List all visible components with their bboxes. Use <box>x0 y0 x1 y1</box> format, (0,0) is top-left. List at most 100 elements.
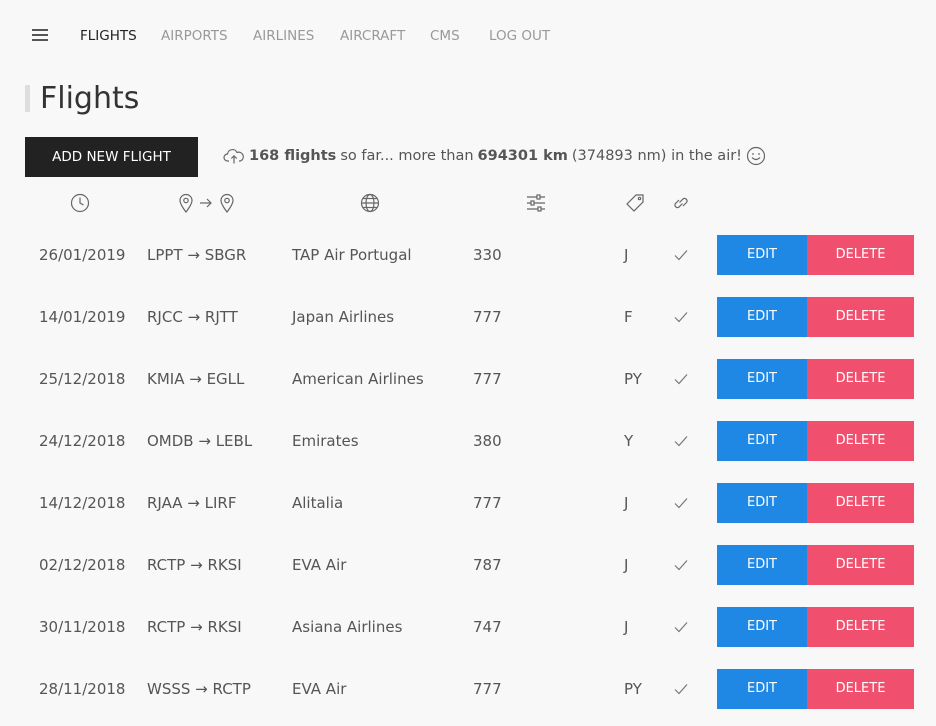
delete-button[interactable]: DELETE <box>807 297 914 337</box>
route-destination: EGLL <box>206 370 245 388</box>
edit-button[interactable]: EDIT <box>717 421 807 461</box>
flight-aircraft: 777 <box>473 680 502 698</box>
stats-text-2: (374893 nm) in the air! <box>571 148 742 164</box>
route-origin: OMDB <box>147 432 194 450</box>
stats-text-1: so far... more than <box>340 148 474 164</box>
flight-airline: Emirates <box>292 432 359 450</box>
globe-icon <box>360 193 380 215</box>
flight-date: 24/12/2018 <box>39 432 126 450</box>
flight-aircraft: 380 <box>473 432 502 450</box>
route-origin: RCTP <box>147 556 186 574</box>
flight-airline: Alitalia <box>292 494 344 512</box>
checkmark-icon <box>673 247 689 263</box>
flight-aircraft: 787 <box>473 556 502 574</box>
route-destination: RKSI <box>207 556 242 574</box>
route-origin: RJAA <box>147 494 183 512</box>
flight-route: WSSS → RCTP <box>147 680 251 698</box>
delete-button[interactable]: DELETE <box>807 545 914 585</box>
checkmark-icon <box>673 619 689 635</box>
delete-button[interactable]: DELETE <box>807 669 914 709</box>
flight-route: OMDB → LEBL <box>147 432 253 450</box>
flight-date: 28/11/2018 <box>39 680 126 698</box>
table-row: 26/01/2019 LPPT → SBGR TAP Air Portugal … <box>0 235 936 275</box>
flight-date: 14/01/2019 <box>39 308 126 326</box>
flight-airline: American Airlines <box>292 370 424 388</box>
nav-cms[interactable]: CMS <box>430 28 460 44</box>
route-origin: LPPT <box>147 246 183 264</box>
delete-button[interactable]: DELETE <box>807 607 914 647</box>
delete-button[interactable]: DELETE <box>807 359 914 399</box>
nav-airlines[interactable]: AIRLINES <box>253 28 314 44</box>
flight-date: 30/11/2018 <box>39 618 126 636</box>
flight-airline: EVA Air <box>292 680 347 698</box>
flight-class: J <box>624 494 629 512</box>
flight-date: 26/01/2019 <box>39 246 126 264</box>
arrow-right-icon <box>198 196 214 218</box>
flight-class: J <box>624 556 629 574</box>
table-row: 14/12/2018 RJAA → LIRF Alitalia 777 J ED… <box>0 483 936 523</box>
route-destination: RKSI <box>207 618 242 636</box>
add-new-flight-button[interactable]: ADD NEW FLIGHT <box>25 137 198 177</box>
edit-button[interactable]: EDIT <box>717 359 807 399</box>
flight-airline: Asiana Airlines <box>292 618 403 636</box>
stats-flight-count: 168 flights <box>249 148 337 164</box>
flight-airline: TAP Air Portugal <box>292 246 412 264</box>
checkmark-icon <box>673 557 689 573</box>
tag-icon <box>625 193 645 215</box>
cloud-upload-icon <box>223 147 245 165</box>
delete-button[interactable]: DELETE <box>807 483 914 523</box>
table-row: 28/11/2018 WSSS → RCTP EVA Air 777 PY ED… <box>0 669 936 709</box>
edit-button[interactable]: EDIT <box>717 297 807 337</box>
hamburger-menu-icon[interactable] <box>32 29 48 42</box>
route-destination: LIRF <box>204 494 237 512</box>
flight-aircraft: 777 <box>473 308 502 326</box>
route-destination: LEBL <box>215 432 253 450</box>
flight-aircraft: 777 <box>473 494 502 512</box>
nav-airports[interactable]: AIRPORTS <box>161 28 228 44</box>
flight-aircraft: 777 <box>473 370 502 388</box>
route-origin: RCTP <box>147 618 186 636</box>
flight-class: PY <box>624 680 642 698</box>
sliders-icon <box>526 193 546 215</box>
edit-button[interactable]: EDIT <box>717 545 807 585</box>
flight-route: LPPT → SBGR <box>147 246 247 264</box>
flight-stats: 168 flights so far... more than 694301 k… <box>223 145 766 167</box>
nav-aircraft[interactable]: AIRCRAFT <box>340 28 405 44</box>
table-row: 02/12/2018 RCTP → RKSI EVA Air 787 J EDI… <box>0 545 936 585</box>
nav-log-out[interactable]: LOG OUT <box>489 28 550 44</box>
title-accent-bar <box>25 85 30 112</box>
flight-date: 14/12/2018 <box>39 494 126 512</box>
flight-date: 02/12/2018 <box>39 556 126 574</box>
table-row: 24/12/2018 OMDB → LEBL Emirates 380 Y ED… <box>0 421 936 461</box>
route-destination: RCTP <box>212 680 251 698</box>
checkmark-icon <box>673 371 689 387</box>
flight-date: 25/12/2018 <box>39 370 126 388</box>
table-row: 25/12/2018 KMIA → EGLL American Airlines… <box>0 359 936 399</box>
flight-class: PY <box>624 370 642 388</box>
edit-button[interactable]: EDIT <box>717 235 807 275</box>
flight-route: RJAA → LIRF <box>147 494 237 512</box>
destination-pin-icon <box>219 193 235 215</box>
origin-pin-icon <box>178 193 194 215</box>
edit-button[interactable]: EDIT <box>717 607 807 647</box>
flight-route: RCTP → RKSI <box>147 556 242 574</box>
flight-route: RCTP → RKSI <box>147 618 242 636</box>
delete-button[interactable]: DELETE <box>807 421 914 461</box>
edit-button[interactable]: EDIT <box>717 483 807 523</box>
link-icon <box>672 193 690 215</box>
flight-route: KMIA → EGLL <box>147 370 245 388</box>
stats-km: 694301 km <box>477 148 568 164</box>
page-title: Flights <box>40 81 140 116</box>
delete-button[interactable]: DELETE <box>807 235 914 275</box>
flight-class: Y <box>624 432 634 450</box>
edit-button[interactable]: EDIT <box>717 669 807 709</box>
checkmark-icon <box>673 495 689 511</box>
flight-class: J <box>624 618 629 636</box>
table-row: 14/01/2019 RJCC → RJTT Japan Airlines 77… <box>0 297 936 337</box>
nav-flights[interactable]: FLIGHTS <box>80 28 137 44</box>
route-origin: RJCC <box>147 308 183 326</box>
flight-airline: Japan Airlines <box>292 308 395 326</box>
clock-icon <box>70 193 90 215</box>
route-destination: SBGR <box>204 246 247 264</box>
smiley-icon <box>746 146 766 166</box>
